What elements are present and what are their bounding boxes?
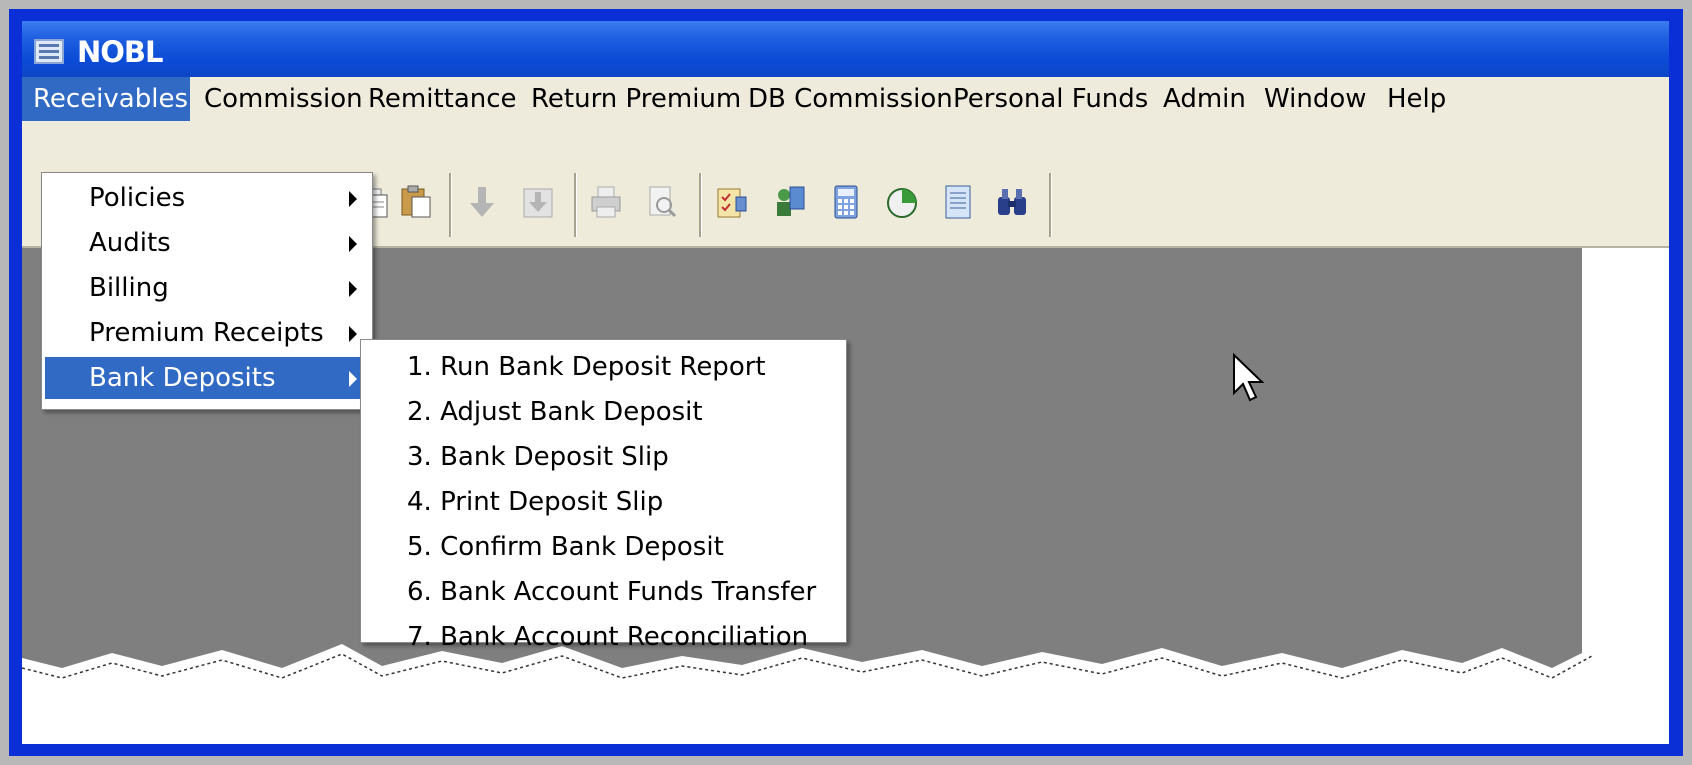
dropdown-item-label: Audits	[89, 228, 171, 258]
dropdown-item-audits[interactable]: Audits	[45, 222, 367, 264]
dropdown-item-bank-deposits[interactable]: Bank Deposits	[45, 357, 367, 399]
menu-admin[interactable]: Admin	[1163, 77, 1246, 121]
menu-remittance[interactable]: Remittance	[368, 77, 517, 121]
menu-help[interactable]: Help	[1387, 77, 1446, 121]
app-window: NOBL Receivables Commission Remittance R…	[22, 21, 1669, 744]
menu-personal-funds[interactable]: Personal Funds	[953, 77, 1148, 121]
submenu-item-print-deposit-slip[interactable]: 4. Print Deposit Slip	[407, 481, 663, 523]
dropdown-item-premium-receipts[interactable]: Premium Receipts	[45, 312, 367, 354]
submenu-arrow-icon	[349, 371, 357, 387]
toolbar-separator	[699, 173, 702, 237]
import-icon[interactable]	[520, 183, 556, 221]
menu-bar: Receivables Commission Remittance Return…	[22, 77, 1669, 161]
menu-db-commission[interactable]: DB Commission	[748, 77, 953, 121]
toolbar-separator	[1049, 173, 1052, 237]
submenu-arrow-icon	[349, 326, 357, 342]
menu-commission[interactable]: Commission	[204, 77, 363, 121]
document-icon[interactable]	[940, 183, 976, 221]
dropdown-item-label: Policies	[89, 183, 186, 213]
menu-receivables[interactable]: Receivables	[22, 77, 190, 121]
screenshot-frame: NOBL Receivables Commission Remittance R…	[9, 9, 1683, 756]
menu-return-premium[interactable]: Return Premium	[531, 77, 741, 121]
dropdown-item-billing[interactable]: Billing	[45, 267, 367, 309]
bank-deposits-submenu: 1. Run Bank Deposit Report 2. Adjust Ban…	[360, 339, 847, 652]
submenu-item-bank-deposit-slip[interactable]: 3. Bank Deposit Slip	[407, 436, 669, 478]
submenu-item-adjust-bank-deposit[interactable]: 2. Adjust Bank Deposit	[407, 391, 703, 433]
submenu-item-bank-account-reconciliation[interactable]: 7. Bank Account Reconciliation	[407, 616, 808, 658]
app-window-icon[interactable]	[34, 39, 64, 64]
submenu-item-run-bank-deposit-report[interactable]: 1. Run Bank Deposit Report	[407, 346, 766, 388]
dropdown-item-label: Bank Deposits	[89, 363, 276, 393]
submenu-arrow-icon	[349, 236, 357, 252]
menu-window[interactable]: Window	[1264, 77, 1367, 121]
paste-icon[interactable]	[398, 183, 434, 221]
pie-chart-icon[interactable]	[884, 183, 920, 221]
submenu-item-bank-account-funds-transfer[interactable]: 6. Bank Account Funds Transfer	[407, 571, 816, 613]
binoculars-icon[interactable]	[994, 183, 1030, 221]
title-bar[interactable]: NOBL	[22, 21, 1669, 77]
submenu-arrow-icon	[349, 281, 357, 297]
print-preview-icon[interactable]	[644, 183, 680, 221]
print-icon[interactable]	[588, 183, 624, 221]
dropdown-item-label: Premium Receipts	[89, 318, 324, 348]
checklist-icon[interactable]	[714, 183, 750, 221]
window-title: NOBL	[77, 35, 164, 69]
submenu-item-confirm-bank-deposit[interactable]: 5. Confirm Bank Deposit	[407, 526, 724, 568]
calculator-icon[interactable]	[828, 183, 864, 221]
submenu-arrow-icon	[349, 191, 357, 207]
toolbar-separator	[449, 173, 452, 237]
mouse-cursor-icon	[1233, 353, 1265, 402]
users-icon[interactable]	[772, 183, 808, 221]
dropdown-item-label: Billing	[89, 273, 169, 303]
dropdown-item-policies[interactable]: Policies	[45, 177, 367, 219]
receivables-dropdown-menu: Policies Audits Billing Premium Receipts…	[41, 172, 373, 410]
toolbar-separator	[574, 173, 577, 237]
arrow-down-icon[interactable]	[464, 183, 500, 221]
